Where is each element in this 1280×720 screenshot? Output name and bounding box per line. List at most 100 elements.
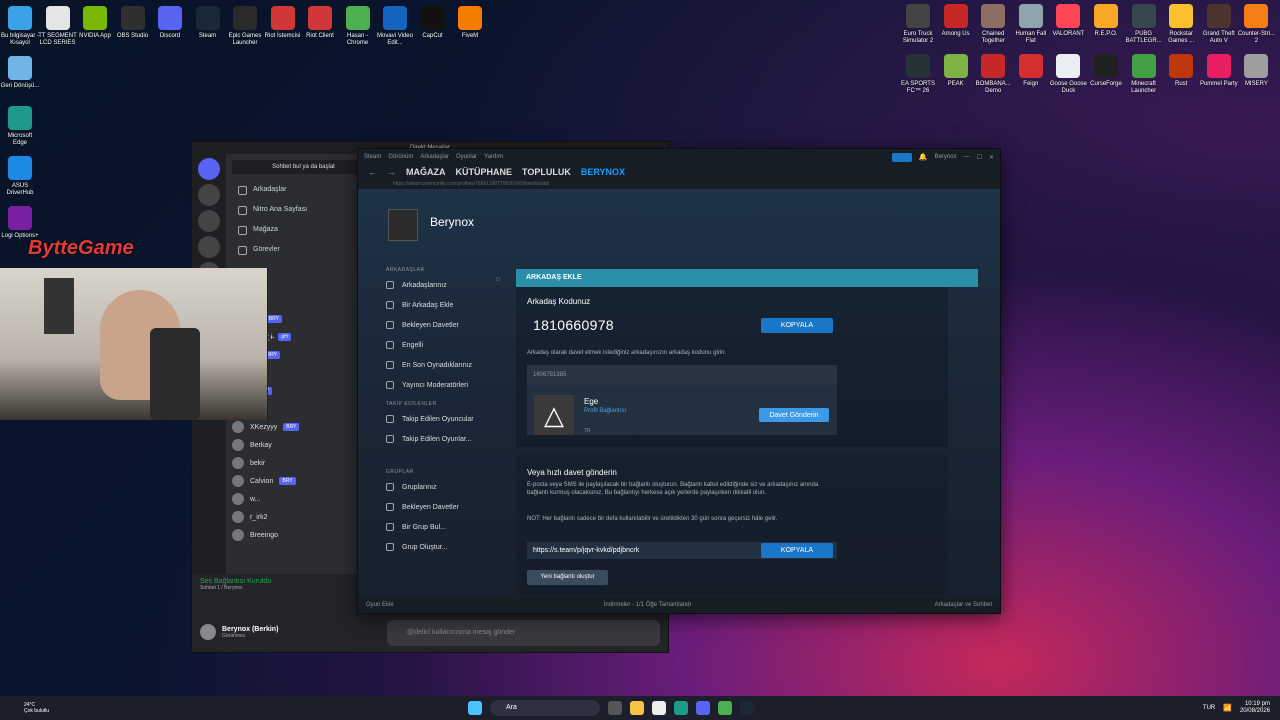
close-icon[interactable]: ✕ [989, 154, 994, 161]
clock[interactable]: 10:19 pm 20/08/2026 [1240, 701, 1270, 715]
desktop-shortcut[interactable]: R.E.P.O. [1086, 4, 1126, 38]
desktop-shortcut[interactable]: ASUS DriverHub [0, 156, 40, 197]
desktop-shortcut[interactable]: Minecraft Launcher [1124, 54, 1164, 95]
friends-chat-button[interactable]: Arkadaşlar ve Sohbet [935, 602, 992, 608]
discord-home-icon[interactable] [198, 158, 220, 180]
nav-store[interactable]: MAĞAZA [406, 167, 446, 177]
forward-icon[interactable]: → [387, 167, 396, 177]
desktop-shortcut[interactable]: NVIDIA App [75, 6, 115, 40]
nav-library[interactable]: KÜTÜPHANE [456, 167, 513, 177]
desktop-shortcut[interactable]: Feign [1011, 54, 1051, 88]
weather-widget[interactable]: 24°C Çok bulutlu [0, 702, 60, 714]
sidebar-item[interactable]: Gruplarınız [386, 477, 506, 497]
add-game-button[interactable]: Oyun Ekle [366, 602, 394, 608]
server-icon[interactable] [198, 236, 220, 258]
store-icon[interactable] [652, 701, 666, 715]
desktop-shortcut[interactable]: BOMBANA... Demo [973, 54, 1013, 95]
sidebar-item[interactable]: Bekleyen Davetler [386, 315, 506, 335]
desktop-shortcut[interactable]: Human Fall Flat [1011, 4, 1051, 45]
dm-search-input[interactable]: Sohbet bul ya da başlat [232, 160, 375, 174]
back-icon[interactable]: ← [368, 167, 377, 177]
chrome-icon[interactable] [718, 701, 732, 715]
edge-icon[interactable] [674, 701, 688, 715]
sidebar-item[interactable]: Yayıncı Moderatörleri [386, 375, 506, 395]
app-icon [383, 6, 407, 30]
sidebar-item[interactable]: Bekleyen Davetler [386, 497, 506, 517]
desktop-shortcut[interactable]: Rockstar Games ... [1161, 4, 1201, 45]
server-icon[interactable] [198, 184, 220, 206]
task-view-icon[interactable] [608, 701, 622, 715]
desktop-shortcut[interactable]: Riot İstemcisi [263, 6, 303, 40]
desktop-shortcut[interactable]: Discord [150, 6, 190, 40]
sidebar-item[interactable]: Arkadaşlarınız [386, 275, 506, 295]
sidebar-item[interactable]: Bir Grup Bul... [386, 517, 506, 537]
steam-icon[interactable] [740, 701, 754, 715]
desktop-shortcut[interactable]: PUBG BATTLEGR... [1124, 4, 1164, 45]
desktop-shortcut[interactable]: Pummel Party [1199, 54, 1239, 88]
sidebar-item[interactable]: Takip Edilen Oyunlar... [386, 429, 506, 449]
steam-menu-games[interactable]: Oyunlar [456, 154, 477, 160]
result-profile-link[interactable]: Profil Bağlantısı [584, 408, 626, 414]
desktop-shortcut[interactable]: Hasan - Chrome [338, 6, 378, 47]
language-indicator[interactable]: TUR [1203, 705, 1215, 711]
steam-menu-steam[interactable]: Steam [364, 154, 381, 160]
maximize-icon[interactable]: ☐ [977, 154, 982, 161]
desktop-shortcut[interactable]: TT SEGMENT LCD SERIES [38, 6, 78, 47]
avatar[interactable] [200, 624, 216, 640]
desktop-shortcut[interactable]: Geri Dönüşü... [0, 56, 40, 90]
sidebar-item[interactable]: En Son Oynadıklarınız [386, 355, 506, 375]
downloads-status[interactable]: İndirmeler - 1/1 Öğe Tamamlandı [604, 602, 692, 608]
desktop-shortcut[interactable]: OBS Studio [113, 6, 153, 40]
desktop-shortcut[interactable]: Movavi Video Edit... [375, 6, 415, 47]
friend-code-input[interactable]: 1606781385 [527, 365, 837, 385]
desktop-shortcut[interactable]: VALORANT [1048, 4, 1088, 38]
desktop-shortcut[interactable]: FiveM [450, 6, 490, 40]
steam-menu-view[interactable]: Görünüm [388, 154, 413, 160]
steam-menu-friends[interactable]: Arkadaşlar [420, 154, 449, 160]
taskbar-search[interactable]: Ara [490, 700, 600, 716]
desktop-shortcut[interactable]: PEAK [936, 54, 976, 88]
sidebar-item[interactable]: Takip Edilen Oyuncular [386, 409, 506, 429]
sidebar-item[interactable]: Bir Arkadaş Ekle [386, 295, 506, 315]
nav-profile[interactable]: BERYNOX [581, 167, 625, 177]
bell-icon[interactable]: 🔔 [919, 153, 928, 161]
desktop-shortcut[interactable]: Among Us [936, 4, 976, 38]
desktop-shortcut[interactable]: Riot Client [300, 6, 340, 40]
desktop-shortcut[interactable]: Grand Theft Auto V [1199, 4, 1239, 45]
discord-icon[interactable] [696, 701, 710, 715]
desktop-shortcut[interactable]: CurseForge [1086, 54, 1126, 88]
nav-community[interactable]: TOPLULUK [522, 167, 571, 177]
desktop-shortcut[interactable]: Rust [1161, 54, 1201, 88]
file-explorer-icon[interactable] [630, 701, 644, 715]
desktop-shortcut[interactable]: Microsoft Edge [0, 106, 40, 147]
desktop-shortcut[interactable]: Steam [188, 6, 228, 40]
address-bar[interactable]: https://steamcommunity.com/profiles/7656… [358, 179, 1000, 189]
wifi-icon[interactable]: 📶 [1223, 704, 1232, 712]
result-avatar[interactable]: △ [534, 395, 574, 435]
desktop-shortcut[interactable]: MISERY [1236, 54, 1276, 88]
desktop-shortcut[interactable]: Euro Truck Simulator 2 [898, 4, 938, 45]
desktop-shortcut[interactable]: Logi Options+ [0, 206, 40, 240]
copy-code-button[interactable]: KOPYALA [761, 318, 833, 333]
desktop-shortcut[interactable]: EA SPORTS FC™ 26 [898, 54, 938, 95]
copy-link-button[interactable]: KOPYALA [761, 543, 833, 558]
desktop-shortcut[interactable]: CapCut [413, 6, 453, 40]
new-link-button[interactable]: Yeni bağlantı oluştur [527, 570, 608, 585]
message-input[interactable]: @delicl kullanıcısına mesaj gönder [387, 620, 660, 646]
desktop-shortcut[interactable]: Counter-Stri... 2 [1236, 4, 1276, 45]
send-invite-button[interactable]: Davet Gönderin [759, 408, 829, 422]
megaphone-icon[interactable] [891, 152, 912, 162]
account-menu[interactable]: Berynox [935, 154, 957, 160]
sidebar-item[interactable]: Engelli [386, 335, 506, 355]
steam-menu-help[interactable]: Yardım [484, 154, 503, 160]
desktop-shortcut[interactable]: Chained Together [973, 4, 1013, 45]
server-icon[interactable] [198, 210, 220, 232]
minimize-icon[interactable]: — [964, 154, 970, 160]
desktop-shortcut[interactable]: Bu bilgisayar - Kısayol [0, 6, 40, 47]
sidebar-item-label: Takip Edilen Oyunlar... [402, 435, 472, 443]
sidebar-item[interactable]: Grup Oluştur... [386, 537, 506, 557]
start-icon[interactable] [468, 701, 482, 715]
desktop-shortcut[interactable]: Goose Goose Duck [1048, 54, 1088, 95]
desktop-shortcut[interactable]: Epic Games Launcher [225, 6, 265, 47]
profile-avatar[interactable] [388, 209, 418, 241]
